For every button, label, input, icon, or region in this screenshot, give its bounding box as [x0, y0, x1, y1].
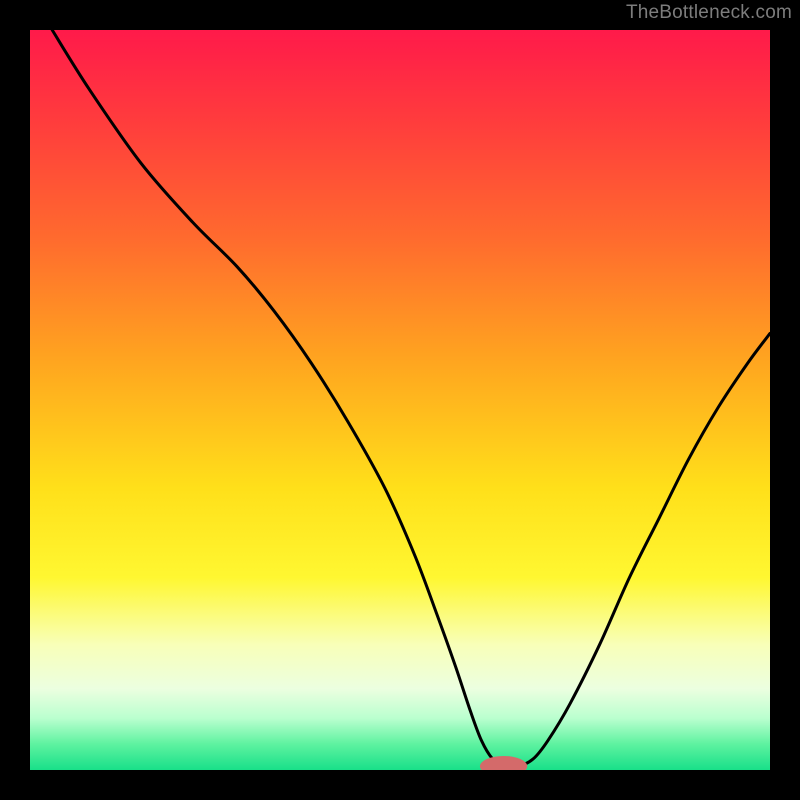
chart-svg: [30, 30, 770, 770]
gradient-background: [30, 30, 770, 770]
watermark-text: TheBottleneck.com: [626, 2, 792, 24]
chart-frame: TheBottleneck.com: [0, 0, 800, 800]
plot-area: [30, 30, 770, 770]
